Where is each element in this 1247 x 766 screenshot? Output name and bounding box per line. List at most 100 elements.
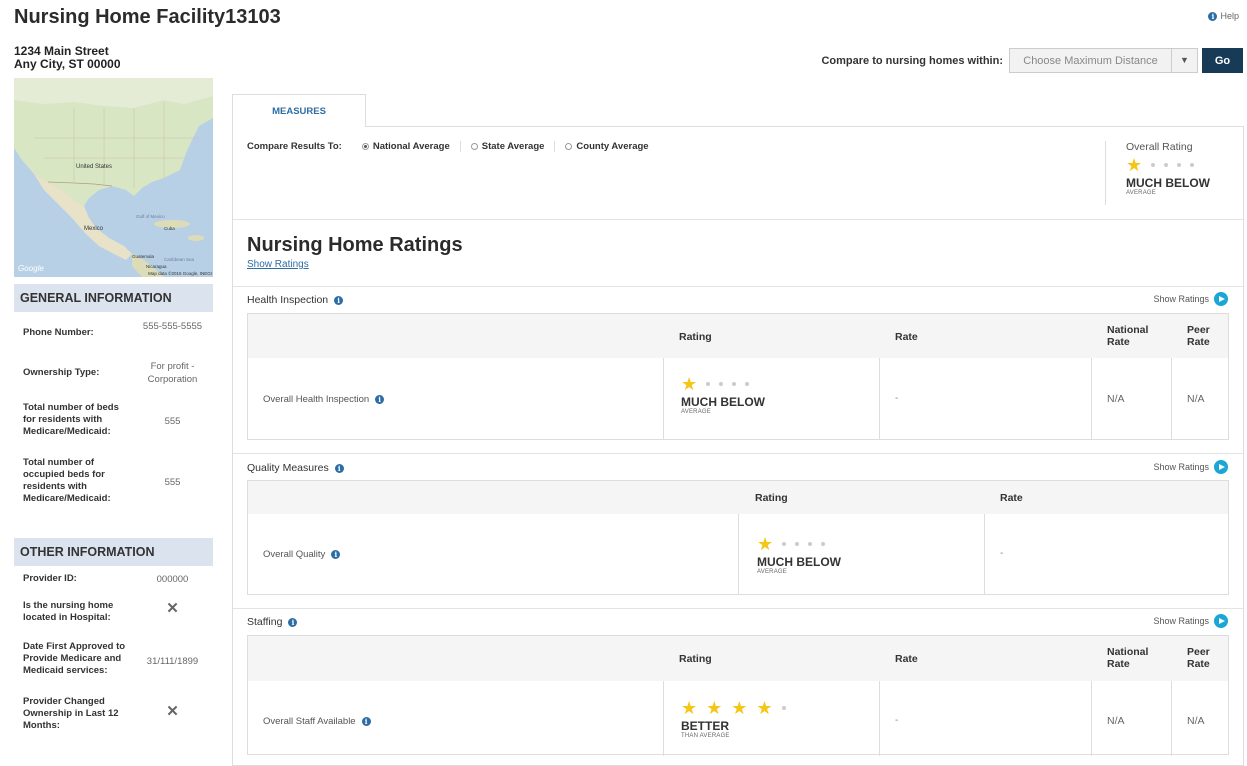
overall-rating-heading: Overall Rating — [1126, 141, 1193, 153]
play-icon — [1214, 460, 1228, 474]
section-title: Health Inspection — [247, 294, 329, 306]
col-rate: Rate — [895, 653, 918, 665]
info-icon[interactable]: i — [334, 295, 344, 305]
rating-label: MUCH BELOW — [681, 395, 765, 409]
empty-star-dot — [808, 542, 813, 546]
distance-select[interactable]: Choose Maximum Distance ▼ — [1009, 48, 1198, 73]
info-value: 555-555-5555 — [142, 321, 203, 332]
info-key: Ownership Type: — [23, 367, 100, 378]
map-label-gulf: Gulf of Mexico — [136, 214, 165, 219]
rate-value: - — [1000, 548, 1004, 559]
star-icon: ★ — [731, 698, 748, 718]
help-link[interactable]: i Help — [1208, 11, 1239, 21]
col-divider — [1171, 681, 1172, 756]
compare-distance-bar: Compare to nursing homes within: Choose … — [821, 48, 1243, 73]
empty-star-dot — [1164, 163, 1169, 167]
empty-star-dot — [1151, 163, 1156, 167]
row-label: Overall Staff Available — [263, 716, 356, 727]
row-name: Overall Staff Available i — [263, 716, 371, 727]
info-key: Provider Changed Ownership in Last 12 Mo… — [23, 696, 119, 731]
col-rate: Rate — [895, 331, 918, 343]
star-icon: ★ — [1126, 155, 1143, 175]
divider — [233, 286, 1243, 287]
divider — [233, 453, 1243, 454]
rating-sublabel: THAN AVERAGE — [681, 733, 730, 739]
col-peer-rate: Peer Rate — [1187, 646, 1210, 670]
peer-rate-value: N/A — [1187, 715, 1205, 727]
tab-measures[interactable]: MEASURES — [232, 94, 366, 127]
empty-star-dot — [745, 382, 750, 386]
radio-icon — [470, 143, 478, 150]
address-line-2: Any City, ST 00000 — [14, 57, 121, 71]
map-graphic: United States Mexico Gulf of Mexico Cuba… — [14, 78, 213, 277]
col-national-rate: National Rate — [1107, 646, 1149, 670]
show-ratings-health[interactable]: Show Ratings — [1153, 292, 1228, 306]
star-icon: ★ — [706, 698, 723, 718]
show-ratings-quality[interactable]: Show Ratings — [1153, 460, 1228, 474]
map-label-us: United States — [76, 164, 112, 170]
info-key: Is the nursing home located in Hospital: — [23, 600, 114, 623]
empty-star-dot — [821, 542, 826, 546]
col-divider — [984, 514, 985, 595]
rate-value: - — [895, 715, 899, 726]
section-health-inspection: Health Inspection i — [247, 294, 344, 306]
empty-star-dot — [1177, 163, 1182, 167]
compare-results-label: Compare Results To: — [247, 141, 342, 152]
health-table: Rating Rate National Rate Peer Rate Over… — [247, 313, 1229, 440]
location-map[interactable]: United States Mexico Gulf of Mexico Cuba… — [14, 78, 213, 277]
rating-cell: ★ ★ ★ ★ BETTER THAN AVERAGE — [681, 696, 786, 739]
col-divider — [1091, 358, 1092, 440]
show-ratings-staffing[interactable]: Show Ratings — [1153, 614, 1228, 628]
empty-star-dot — [732, 382, 737, 386]
info-key: Phone Number: — [23, 327, 94, 338]
radio-national-average[interactable]: National Average — [352, 141, 461, 152]
info-icon[interactable]: i — [288, 617, 298, 627]
table-header — [248, 636, 1228, 681]
col-divider — [738, 514, 739, 595]
rate-value: - — [895, 393, 899, 404]
map-label-mexico: Mexico — [84, 226, 104, 232]
info-value: 31/111/1899 — [146, 656, 199, 667]
rating-label: BETTER — [681, 719, 729, 733]
section-title: Staffing — [247, 616, 283, 628]
empty-star-dot — [719, 382, 724, 386]
show-ratings-label: Show Ratings — [1153, 462, 1209, 472]
col-rating: Rating — [679, 653, 712, 665]
table-header — [248, 481, 1228, 514]
info-icon[interactable]: i — [375, 395, 385, 404]
empty-star-dot — [782, 542, 787, 546]
empty-star-dot — [1190, 163, 1195, 167]
col-rate: Rate — [1000, 492, 1023, 504]
col-divider — [663, 358, 664, 440]
info-row-provider-id: Provider ID: 000000 — [14, 573, 213, 586]
star-rating: ★ — [757, 534, 841, 554]
compare-results-row: Compare Results To: National Average Sta… — [247, 141, 659, 152]
show-ratings-link[interactable]: Show Ratings — [247, 259, 309, 270]
info-icon[interactable]: i — [331, 550, 341, 559]
radio-selected-icon — [361, 143, 369, 150]
info-icon[interactable]: i — [361, 717, 371, 726]
info-value: 555 — [164, 477, 181, 488]
info-key: Total number of beds for residents with … — [23, 402, 119, 437]
radio-state-average[interactable]: State Average — [461, 141, 556, 152]
show-ratings-label: Show Ratings — [1153, 294, 1209, 304]
national-rate-value: N/A — [1107, 715, 1125, 727]
info-value: For profit - Corporation — [147, 361, 198, 385]
radio-county-average[interactable]: County Average — [555, 141, 658, 152]
rating-sublabel: AVERAGE — [757, 569, 787, 575]
go-button[interactable]: Go — [1202, 48, 1243, 73]
star-icon: ★ — [757, 534, 774, 554]
empty-star-dot — [795, 542, 800, 546]
row-label: Overall Quality — [263, 549, 326, 560]
chevron-down-icon: ▼ — [1171, 49, 1197, 72]
rating-sublabel: AVERAGE — [681, 409, 711, 415]
info-icon[interactable]: i — [334, 463, 344, 473]
info-key: Date First Approved to Provide Medicare … — [23, 641, 126, 676]
map-label-cuba: Cuba — [164, 226, 175, 231]
radio-label: National Average — [372, 141, 450, 152]
peer-rate-value: N/A — [1187, 393, 1205, 405]
col-divider — [879, 681, 880, 756]
x-icon: ✕ — [166, 703, 179, 720]
info-value: 555 — [164, 416, 181, 427]
map-google-logo: Google — [18, 264, 44, 273]
